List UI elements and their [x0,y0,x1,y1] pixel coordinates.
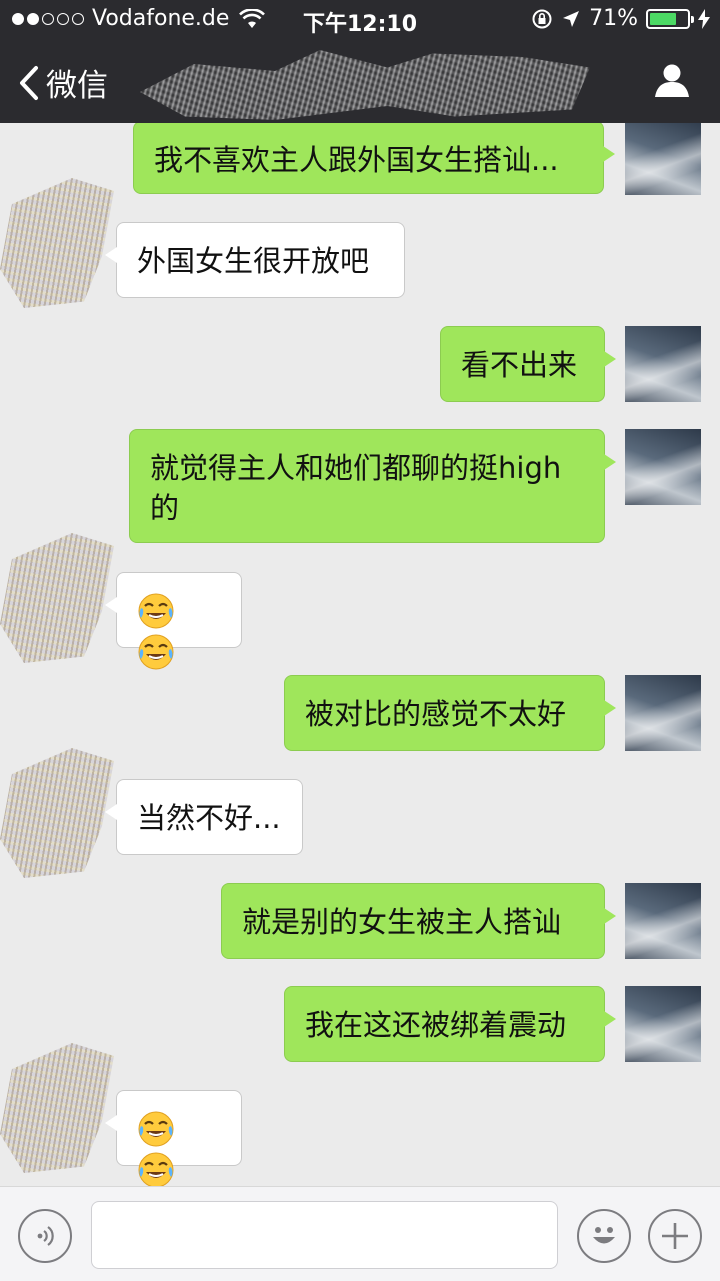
message-bubble-outgoing[interactable]: 我在这还被绑着震动 [284,986,616,1062]
avatar-self[interactable] [625,123,701,195]
emoji-button[interactable] [577,1209,631,1263]
message-text: 我不喜欢主人跟外国女生搭讪... [154,143,559,177]
avatar-contact[interactable] [0,1043,114,1173]
back-label: 微信 [46,68,108,104]
avatar-self[interactable] [625,883,701,959]
avatar-contact[interactable] [0,533,114,663]
message-text: 看不出来 [461,348,578,382]
message-input[interactable] [91,1201,558,1269]
status-right: 71% [531,6,710,31]
message-text: 就是别的女生被主人搭讪 [242,905,562,939]
message-bubble-incoming[interactable]: 当然不好... [105,779,303,855]
charging-bolt-icon [698,8,710,29]
battery-fill [650,12,676,25]
tears-of-joy-emoji-icon [138,1111,174,1147]
plus-icon [662,1223,688,1249]
message-text: 外国女生很开放吧 [137,244,370,278]
nav-bar: 微信 [0,40,720,123]
avatar-self[interactable] [625,675,701,751]
message-text: 当然不好... [137,801,281,835]
message-bubble-incoming[interactable]: 😂😂 [105,572,242,670]
avatar-contact[interactable] [0,748,114,878]
message-bubble-outgoing[interactable]: 就是别的女生被主人搭讪 [221,883,616,959]
message-bubble-outgoing[interactable]: 看不出来 [440,326,616,402]
input-bar [0,1186,720,1281]
status-bar: Vodafone.de 下午12:10 71% [0,0,720,40]
avatar-contact[interactable] [0,178,114,308]
tears-of-joy-emoji-icon [138,634,174,670]
avatar-self[interactable] [625,429,701,505]
message-bubble-incoming[interactable]: 外国女生很开放吧 [105,222,405,298]
battery-percent: 71% [589,6,638,31]
voice-input-button[interactable] [18,1209,72,1263]
location-arrow-icon [563,10,580,27]
tears-of-joy-emoji-icon [138,593,174,629]
rotation-lock-icon [532,9,552,28]
message-bubble-incoming[interactable]: 😂😂 [105,1090,242,1186]
chevron-left-icon [20,65,38,100]
back-button[interactable]: 微信 [18,60,108,105]
message-bubble-outgoing[interactable]: 我不喜欢主人跟外国女生搭讪... [133,123,615,194]
message-text: 我在这还被绑着震动 [305,1008,567,1042]
battery-icon [646,8,694,29]
message-bubble-outgoing[interactable]: 就觉得主人和她们都聊的挺high的 [129,429,616,543]
avatar-self[interactable] [625,326,701,402]
chat-area[interactable]: 我不喜欢主人跟外国女生搭讪... 外国女生很开放吧 看不出来 就觉得主人和她们都… [0,123,720,1186]
avatar-self[interactable] [625,986,701,1062]
message-bubble-outgoing[interactable]: 被对比的感觉不太好 [284,675,616,751]
smiley-icon [593,1227,615,1244]
message-text: 被对比的感觉不太好 [305,697,567,731]
redacted-title [140,50,590,120]
message-text: 就觉得主人和她们都聊的挺high的 [150,451,562,525]
tears-of-joy-emoji-icon [138,1152,174,1186]
top-bar: Vodafone.de 下午12:10 71% 微信 [0,0,720,123]
person-icon[interactable] [654,62,690,98]
more-options-button[interactable] [648,1209,702,1263]
voice-wave-icon [37,1226,54,1246]
